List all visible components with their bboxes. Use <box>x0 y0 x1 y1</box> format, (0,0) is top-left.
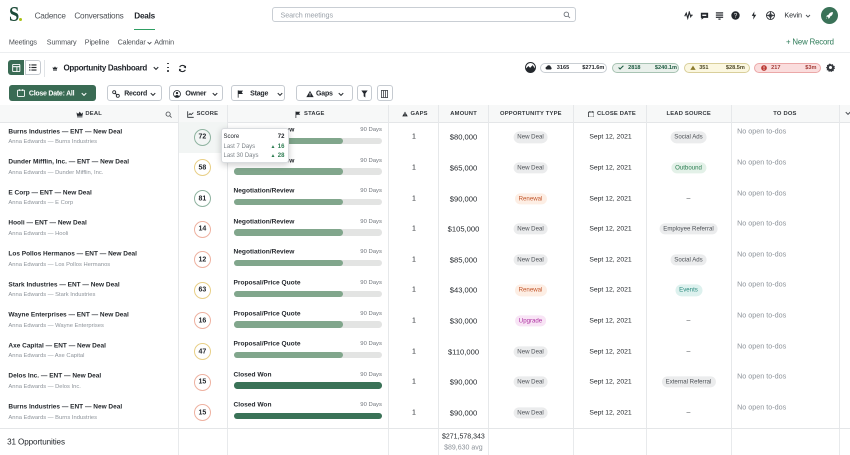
svg-text:?: ? <box>733 12 737 19</box>
